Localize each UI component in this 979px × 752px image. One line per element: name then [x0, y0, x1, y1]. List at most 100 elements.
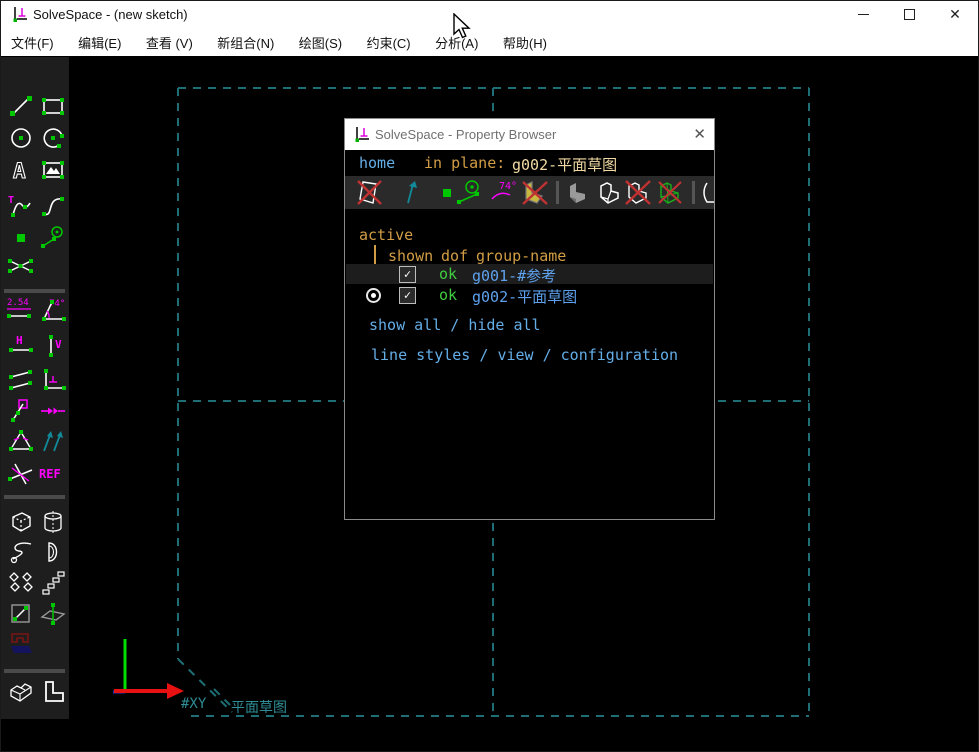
constraint-point-on-entity[interactable]: [7, 398, 35, 424]
constraint-reference[interactable]: REF: [39, 461, 67, 487]
group-sketch-in-3d[interactable]: [39, 601, 67, 627]
group-angle-bracket[interactable]: [39, 679, 67, 705]
separator: /: [470, 346, 497, 364]
tool-image[interactable]: [39, 157, 67, 183]
property-browser-title: SolveSpace - Property Browser: [375, 127, 556, 142]
mesh-view-icon[interactable]: [656, 179, 684, 206]
drawing-toolbar: A T 2.54 74° H V: [1, 57, 69, 719]
home-link[interactable]: home: [359, 154, 395, 172]
tool-line-segment[interactable]: [7, 93, 35, 119]
menu-new-group[interactable]: 新组合(N): [213, 28, 278, 52]
view-toggle-toolbar: 74°: [345, 176, 714, 209]
menu-constrain[interactable]: 约束(C): [363, 28, 415, 52]
solvespace-window: SolveSpace - (new sketch) ✕ 文件(F) 编辑(E) …: [0, 0, 979, 752]
svg-text:V: V: [55, 338, 62, 351]
constraint-angle[interactable]: 74°: [39, 297, 67, 323]
edges-view-icon[interactable]: [596, 179, 624, 206]
tool-rectangle[interactable]: [39, 93, 67, 119]
active-plane-link[interactable]: g002-平面草图: [512, 154, 617, 175]
app-title: SolveSpace - (new sketch): [33, 7, 188, 22]
constraint-vertical[interactable]: V: [39, 333, 67, 359]
sketch-plane-label[interactable]: 平面草图: [231, 697, 287, 717]
menu-view[interactable]: 查看 (V): [142, 28, 197, 52]
line-styles-link[interactable]: line styles: [371, 346, 470, 364]
group-row-g002[interactable]: ✓ ok g002-平面草图: [346, 285, 713, 305]
group-rotate-copy[interactable]: [7, 569, 35, 595]
tool-arc[interactable]: [39, 125, 67, 151]
constraint-equal[interactable]: [7, 428, 35, 454]
xy-plane-label[interactable]: #XY: [181, 696, 206, 712]
svg-text:74°: 74°: [499, 181, 517, 192]
group-lathe[interactable]: [39, 509, 67, 535]
constraint-symmetric[interactable]: [39, 398, 67, 424]
constraints-toggle-icon[interactable]: [455, 179, 483, 206]
property-browser-titlebar[interactable]: SolveSpace - Property Browser ✕: [345, 119, 714, 150]
active-group-radio[interactable]: [366, 288, 381, 303]
toolbar-divider: [556, 181, 559, 204]
tool-construction[interactable]: [39, 225, 67, 251]
dimensions-toggle-icon[interactable]: 74°: [490, 179, 518, 206]
workplanes-toggle-icon[interactable]: [356, 179, 384, 206]
group-name-link[interactable]: g001-#参考: [472, 265, 556, 286]
close-button[interactable]: ✕: [932, 1, 978, 28]
visibility-links: show all / hide all: [369, 316, 541, 334]
app-titlebar[interactable]: SolveSpace - (new sketch) ✕: [1, 1, 978, 28]
tool-split-curves[interactable]: [7, 253, 35, 279]
origin-axes[interactable]: [113, 639, 184, 699]
dof-status: ok: [439, 265, 457, 283]
tool-circle[interactable]: [7, 125, 35, 151]
minimize-button[interactable]: [840, 1, 886, 28]
show-all-link[interactable]: show all: [369, 316, 441, 334]
separator: /: [441, 316, 468, 334]
header-group-name: group-name: [476, 247, 566, 265]
menu-edit[interactable]: 编辑(E): [74, 28, 125, 52]
solvespace-logo-icon: [11, 6, 29, 27]
maximize-button[interactable]: [886, 1, 932, 28]
toolbar-divider: [4, 289, 65, 293]
active-column-label: active: [359, 226, 413, 244]
toolbar-divider: [692, 181, 695, 204]
constraint-perpendicular[interactable]: [39, 367, 67, 393]
faces-toggle-icon[interactable]: [521, 179, 549, 206]
svg-text:A: A: [13, 159, 26, 183]
constraint-horizontal[interactable]: H: [7, 333, 35, 359]
toolbar-divider: [4, 669, 65, 673]
constraint-same-orientation[interactable]: [39, 428, 67, 454]
menu-file[interactable]: 文件(F): [7, 28, 58, 52]
group-new-workplane[interactable]: [7, 601, 35, 627]
group-row-g001[interactable]: ✓ ok g001-#参考: [346, 264, 713, 284]
group-translate-copy[interactable]: [39, 569, 67, 595]
occluded-toggle-icon[interactable]: [701, 179, 714, 206]
outlines-view-icon[interactable]: [624, 179, 652, 206]
view-link[interactable]: view: [497, 346, 533, 364]
group-extrude[interactable]: [7, 509, 35, 535]
normals-toggle-icon[interactable]: [397, 179, 425, 206]
solvespace-logo-icon: [353, 126, 371, 146]
constraint-distance[interactable]: 2.54: [5, 297, 33, 323]
mouse-cursor-icon: [453, 13, 473, 41]
header-shown: shown: [388, 247, 433, 265]
menu-sketch[interactable]: 绘图(S): [295, 28, 346, 52]
menu-bar: 文件(F) 编辑(E) 查看 (V) 新组合(N) 绘图(S) 约束(C) 分析…: [1, 28, 978, 56]
tool-text[interactable]: A: [7, 157, 35, 183]
hide-all-link[interactable]: hide all: [468, 316, 540, 334]
configuration-link[interactable]: configuration: [561, 346, 678, 364]
tool-datum-point[interactable]: [7, 225, 35, 251]
tool-tangent-arc[interactable]: T: [7, 193, 35, 219]
shown-checkbox[interactable]: ✓: [399, 287, 416, 304]
tool-cubic-bezier[interactable]: [39, 193, 67, 219]
separator: /: [534, 346, 561, 364]
shaded-view-icon[interactable]: [564, 179, 592, 206]
menu-help[interactable]: 帮助(H): [499, 28, 551, 52]
shown-checkbox[interactable]: ✓: [399, 266, 416, 283]
group-name-link[interactable]: g002-平面草图: [472, 286, 577, 307]
group-helix[interactable]: [7, 539, 35, 565]
group-link-import[interactable]: [7, 631, 35, 657]
group-assemble-part[interactable]: [7, 679, 35, 705]
constraint-other-angle[interactable]: [7, 461, 35, 487]
property-browser-close-icon[interactable]: ✕: [693, 125, 706, 143]
group-revolve[interactable]: [39, 539, 67, 565]
svg-text:T: T: [8, 195, 14, 206]
dof-status: ok: [439, 286, 457, 304]
constraint-parallel[interactable]: [7, 367, 35, 393]
